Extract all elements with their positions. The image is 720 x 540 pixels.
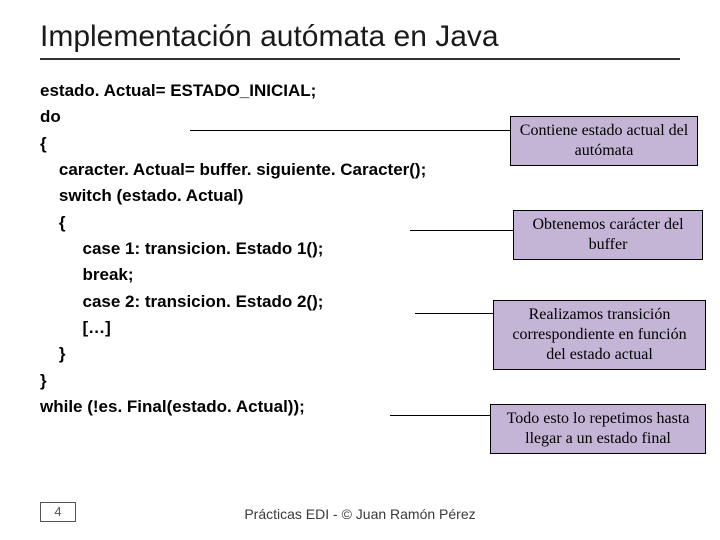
callout-transicion: Realizamos transición correspondiente en…	[493, 300, 706, 370]
callout-repetir: Todo esto lo repetimos hasta llegar a un…	[490, 404, 706, 454]
footer: 4 Prácticas EDI - © Juan Ramón Pérez	[0, 500, 720, 522]
callout-estado-actual: Contiene estado actual del autómata	[510, 116, 698, 166]
slide-title: Implementación autómata en Java	[40, 20, 680, 60]
code-line: caracter. Actual= buffer. siguiente. Car…	[40, 160, 426, 179]
code-line: do	[40, 107, 61, 126]
code-line: switch (estado. Actual)	[40, 186, 243, 205]
code-line: {	[40, 213, 66, 232]
code-line: estado. Actual= ESTADO_INICIAL;	[40, 81, 316, 100]
slide: Implementación autómata en Java estado. …	[0, 0, 720, 540]
code-line: break;	[40, 265, 134, 284]
code-line: }	[40, 344, 66, 363]
code-line: {	[40, 134, 47, 153]
code-line: […]	[40, 318, 111, 337]
code-line: case 1: transicion. Estado 1();	[40, 239, 323, 258]
connector-line	[390, 415, 490, 416]
callout-obtener-caracter: Obtenemos carácter del buffer	[513, 210, 703, 260]
connector-line	[410, 230, 513, 231]
connector-line	[415, 313, 493, 314]
connector-line	[190, 130, 510, 131]
code-line: case 2: transicion. Estado 2();	[40, 292, 323, 311]
code-line: }	[40, 371, 47, 390]
code-line: while (!es. Final(estado. Actual));	[40, 397, 305, 416]
footer-text: Prácticas EDI - © Juan Ramón Pérez	[0, 506, 720, 522]
